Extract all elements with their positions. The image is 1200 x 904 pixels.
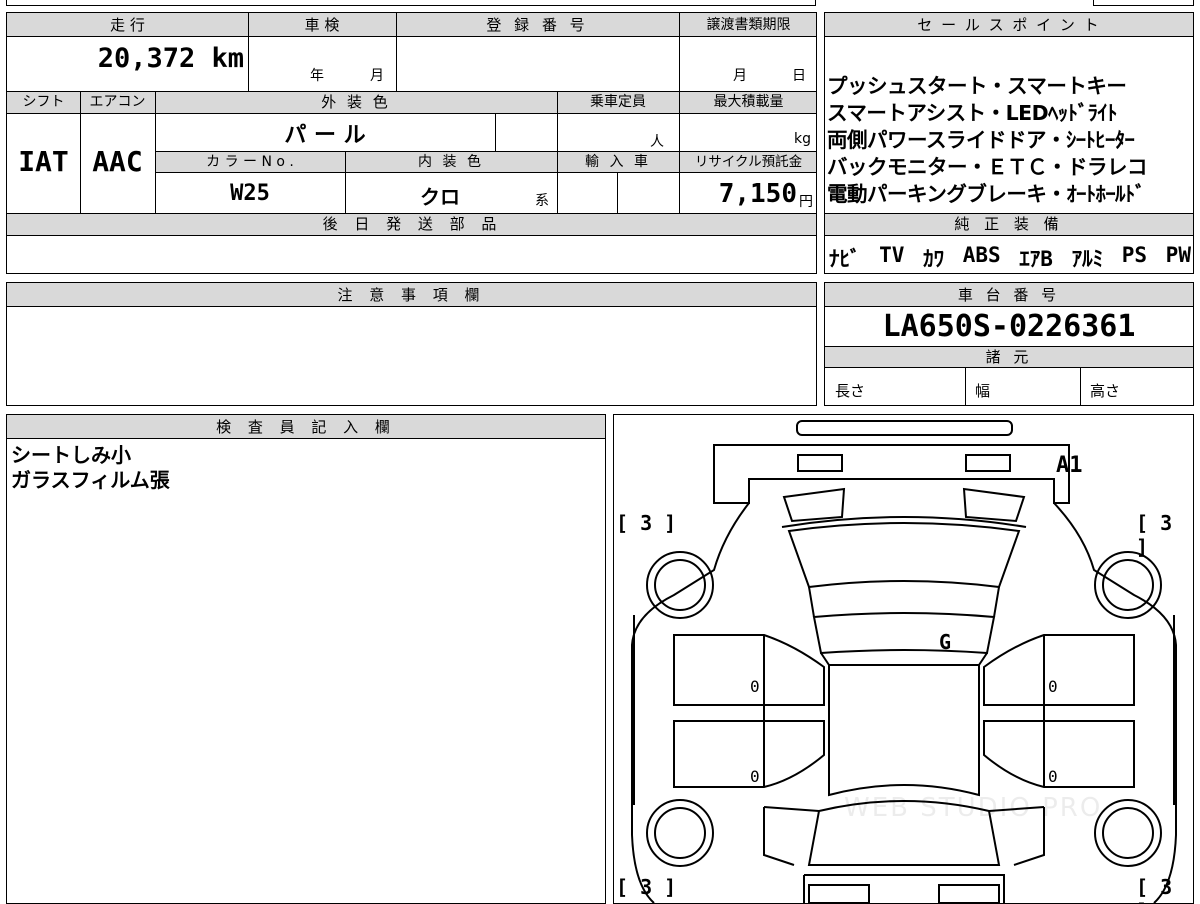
equipment-label: 純 正 装 備	[954, 215, 1064, 233]
transfer-day: 日	[792, 68, 806, 84]
shift-label: シフト	[22, 94, 65, 110]
spec-label: 諸 元	[985, 348, 1033, 366]
exterior-color-label: 外 装 色	[321, 93, 391, 111]
sales-point-line: スマートアシスト・LEDﾍｯﾄﾞﾗｲﾄ	[827, 101, 1117, 125]
interior-color-suffix: 系	[535, 193, 549, 209]
equipment-item: ﾅﾋﾞ	[829, 247, 861, 271]
max-load-unit: kg	[794, 131, 811, 147]
capacity-unit: 人	[650, 134, 664, 150]
registration-label: 登 録 番 号	[486, 16, 589, 34]
interior-color-label: 内 装 色	[418, 154, 484, 170]
equipment-item: TV	[879, 243, 905, 267]
watermark: WEB STUDIO PRO	[844, 793, 1103, 823]
recycle-deposit-label: リサイクル預託金	[694, 154, 803, 170]
import-label: 輸 入 車	[585, 154, 651, 170]
chassis-label: 車 台 番 号	[825, 283, 1193, 307]
inspector-panel: 検 査 員 記 入 欄 シートしみ小 ガラスフィルム張	[6, 414, 606, 904]
tire-front-left-mark: [ 3 ]	[616, 511, 677, 535]
inspector-note-line: シートしみ小	[11, 443, 131, 467]
sales-point-line: プッシュスタート・スマートキー	[827, 74, 1127, 98]
shaken-label: 車 検	[304, 16, 340, 34]
door-front-right-mark: 0	[1048, 677, 1058, 696]
door-rear-left-mark: 0	[750, 767, 760, 786]
top-strip-right	[1093, 0, 1194, 6]
equipment-item: ｶﾜ	[923, 247, 945, 271]
inspector-notes: シートしみ小 ガラスフィルム張	[11, 443, 170, 493]
recycle-deposit-unit: 円	[799, 194, 813, 210]
sales-points-panel: セ ー ル ス ポ イ ン ト プッシュスタート・スマートキー スマートアシスト…	[824, 12, 1194, 274]
transfer-month: 月	[733, 68, 747, 84]
color-number-label: カ ラ ー N o .	[206, 154, 294, 170]
capacity-label: 乗車定員	[590, 94, 646, 110]
color-number-value: W25	[230, 181, 270, 206]
inspector-note-line: ガラスフィルム張	[11, 468, 170, 492]
sales-point-line: 電動パーキングブレーキ・ｵｰﾄﾎｰﾙﾄﾞ	[827, 182, 1145, 206]
height-label: 高さ	[1090, 382, 1121, 400]
aircon-value: AAC	[92, 145, 143, 178]
car-diagram	[631, 420, 1177, 903]
mileage-value: 20,372 km	[97, 43, 244, 74]
shaken-month: 月	[370, 68, 384, 84]
equipment-item: ABS	[962, 243, 1001, 267]
notes-panel: 注 意 事 項 欄	[6, 282, 817, 406]
transfer-deadline-label: 譲渡書類期限	[706, 17, 791, 33]
mileage-label: 走 行	[110, 16, 145, 34]
length-label: 長さ	[835, 382, 866, 400]
max-load-label: 最大積載量	[713, 94, 784, 110]
sales-points-list: プッシュスタート・スマートキー スマートアシスト・LEDﾍｯﾄﾞﾗｲﾄ 両側パワ…	[827, 73, 1193, 208]
door-rear-right-mark: 0	[1048, 767, 1058, 786]
chassis-number: LA650S-0226361	[882, 309, 1136, 344]
interior-color-value: クロ	[420, 185, 460, 209]
sales-point-line: バックモニター・ＥＴＣ・ドラレコ	[827, 155, 1148, 179]
door-front-left-mark: 0	[750, 677, 760, 696]
width-label: 幅	[975, 382, 991, 400]
exterior-color-value: パ ー ル	[284, 123, 366, 148]
chassis-panel: 車 台 番 号 LA650S-0226361 諸 元 長さ 幅 高さ	[824, 282, 1194, 406]
shift-value: IAT	[18, 145, 69, 178]
sales-points-label: セ ー ル ス ポ イ ン ト	[825, 13, 1193, 37]
equipment-item: ｴｱB	[1019, 247, 1053, 271]
later-parts-label: 後 日 発 送 部 品	[322, 215, 503, 233]
top-strip	[6, 0, 816, 6]
vehicle-info-table: 走 行 車 検 登 録 番 号 譲渡書類期限 20,372 km 年 月 月 日…	[6, 12, 817, 274]
aircon-label: エアコン	[89, 94, 146, 110]
tire-rear-left-mark: [ 3 ]	[616, 875, 677, 899]
notes-label: 注 意 事 項 欄	[7, 283, 816, 307]
equipment-item: PS	[1121, 243, 1148, 267]
front-damage-mark: A1	[1056, 453, 1083, 478]
sales-point-line: 両側パワースライドドア・ｼｰﾄﾋｰﾀｰ	[827, 128, 1135, 152]
equipment-item: PW	[1165, 243, 1191, 267]
equipment-item: ｱﾙﾐ	[1071, 247, 1104, 271]
tire-front-right-mark: [ 3 ]	[1136, 511, 1173, 559]
damage-diagram-panel: A1 G [ 3 ] [ 3 ] [ 3 ] [ 3 ] 0 0 0 0 WEB…	[613, 414, 1194, 904]
windshield-mark: G	[939, 630, 952, 654]
recycle-deposit-value: 7,150	[718, 179, 797, 209]
shaken-year: 年	[310, 68, 324, 84]
equipment-list: ﾅﾋﾞ TV ｶﾜ ABS ｴｱB ｱﾙﾐ PS PW	[829, 243, 1191, 273]
inspector-label: 検 査 員 記 入 欄	[7, 415, 605, 439]
